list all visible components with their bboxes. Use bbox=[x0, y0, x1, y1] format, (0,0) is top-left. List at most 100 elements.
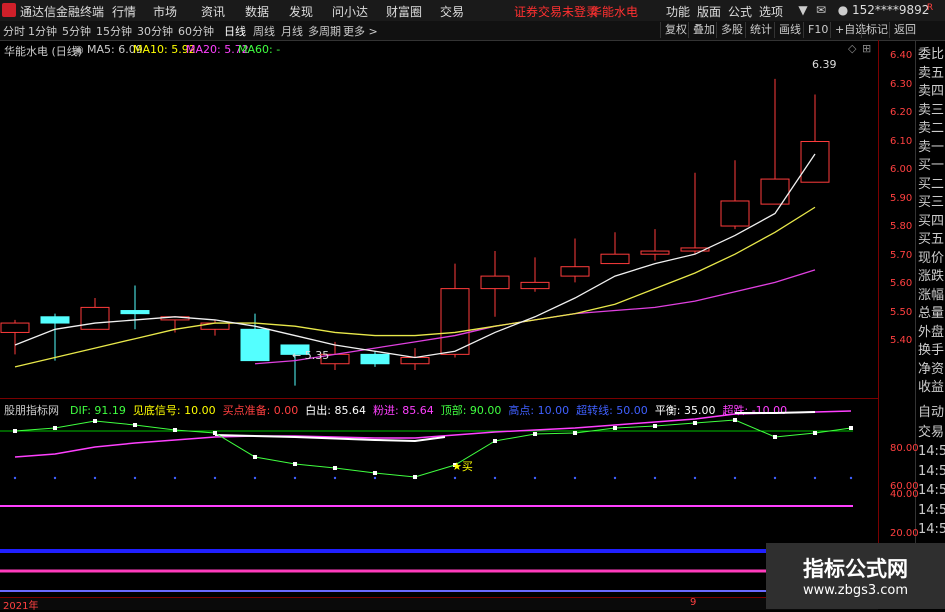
side-panel-item[interactable]: 卖四 bbox=[918, 83, 945, 100]
period-intraday[interactable]: 分时 bbox=[3, 23, 25, 39]
btn-multi-stock[interactable]: 多股 bbox=[716, 22, 747, 38]
candle-body[interactable] bbox=[600, 253, 630, 265]
candle-body[interactable] bbox=[720, 200, 750, 227]
period-1min[interactable]: 1分钟 bbox=[28, 23, 57, 39]
side-panel-item[interactable]: 收益 bbox=[918, 379, 945, 396]
side-panel-item[interactable]: 净资 bbox=[918, 361, 945, 378]
btn-adjust[interactable]: 复权 bbox=[660, 22, 691, 38]
candle-body[interactable] bbox=[760, 178, 790, 205]
side-panel-item[interactable]: 外盘 bbox=[918, 324, 945, 341]
candle-body[interactable] bbox=[560, 266, 590, 277]
watermark-title: 指标公式网 bbox=[803, 557, 908, 581]
signal-dot bbox=[849, 476, 853, 480]
candle-body[interactable] bbox=[360, 353, 390, 365]
side-panel-item[interactable]: 卖一 bbox=[918, 139, 945, 156]
menu-discover[interactable]: 发现 bbox=[289, 3, 313, 20]
candle-body[interactable] bbox=[800, 141, 830, 183]
side-panel-item[interactable]: 买二 bbox=[918, 176, 945, 193]
btn-stats[interactable]: 统计 bbox=[745, 22, 776, 38]
menu-trade[interactable]: 交易 bbox=[440, 3, 464, 20]
side-panel-divider bbox=[915, 40, 916, 609]
period-monthly[interactable]: 月线 bbox=[281, 23, 303, 39]
dif-point bbox=[53, 426, 57, 430]
btn-draw[interactable]: 画线 bbox=[774, 22, 805, 38]
btn-overlay[interactable]: 叠加 bbox=[688, 22, 719, 38]
period-multi[interactable]: 多周期 bbox=[308, 23, 341, 39]
side-panel-item[interactable]: 总量 bbox=[918, 305, 945, 322]
low-price-label: ← 5.35 bbox=[292, 349, 329, 362]
side-panel-item[interactable]: 现价 bbox=[918, 250, 945, 267]
dif-point bbox=[173, 428, 177, 432]
price-tick: 6.30 bbox=[890, 79, 913, 90]
side-panel-item[interactable]: 卖五 bbox=[918, 65, 945, 82]
side-panel-item[interactable]: 涨跌 bbox=[918, 268, 945, 285]
candle-body[interactable] bbox=[520, 281, 550, 290]
period-5min[interactable]: 5分钟 bbox=[62, 23, 91, 39]
candle-body[interactable] bbox=[40, 316, 70, 324]
dif-point bbox=[253, 455, 257, 459]
side-time-item[interactable]: 14:56 bbox=[918, 502, 945, 519]
menu-market[interactable]: 市场 bbox=[153, 3, 177, 20]
menu-layout[interactable]: 版面 bbox=[697, 3, 721, 20]
mail-icon[interactable]: ✉ bbox=[813, 2, 829, 18]
price-tick: 6.40 bbox=[890, 50, 913, 61]
candle-body[interactable] bbox=[400, 356, 430, 365]
btn-f10[interactable]: F10 bbox=[803, 22, 832, 38]
side-auto-trade[interactable]: 交易 bbox=[918, 424, 945, 441]
menu-quotes[interactable]: 行情 bbox=[112, 3, 136, 20]
menu-news[interactable]: 资讯 bbox=[201, 3, 225, 20]
menu-wealth[interactable]: 财富圈 bbox=[386, 3, 422, 20]
signal-dot bbox=[93, 476, 97, 480]
period-daily[interactable]: 日线 bbox=[224, 23, 246, 39]
side-time-item[interactable]: 14:56 bbox=[918, 482, 945, 499]
side-panel-item[interactable]: 买五 bbox=[918, 231, 945, 248]
period-30min[interactable]: 30分钟 bbox=[137, 23, 173, 39]
side-panel-item[interactable]: 涨幅 bbox=[918, 287, 945, 304]
dif-point bbox=[293, 462, 297, 466]
candle-body[interactable] bbox=[480, 275, 510, 290]
date-mid: 9 bbox=[690, 597, 697, 608]
period-more[interactable]: 更多 > bbox=[343, 23, 378, 39]
candle-body[interactable] bbox=[0, 322, 30, 333]
login-status[interactable]: 证券交易未登录 bbox=[514, 3, 598, 20]
indicator-chart[interactable]: ★买 bbox=[0, 399, 878, 597]
menu-xiaoda[interactable]: 问小达 bbox=[332, 3, 368, 20]
candle-body[interactable] bbox=[80, 306, 110, 330]
price-tick: 6.10 bbox=[890, 136, 913, 147]
shirt-icon[interactable]: ▼ bbox=[795, 2, 811, 18]
dif-point bbox=[493, 439, 497, 443]
side-panel-item[interactable]: 买三 bbox=[918, 194, 945, 211]
side-auto-trade[interactable]: 自动 bbox=[918, 404, 945, 421]
signal-dot bbox=[173, 476, 177, 480]
menu-data[interactable]: 数据 bbox=[245, 3, 269, 20]
period-weekly[interactable]: 周线 bbox=[253, 23, 275, 39]
candle-body[interactable] bbox=[640, 250, 670, 255]
btn-back[interactable]: 返回 bbox=[889, 22, 920, 38]
side-panel-item[interactable]: 换手 bbox=[918, 342, 945, 359]
btn-mark[interactable]: 标记 bbox=[861, 22, 892, 38]
side-time-item[interactable]: 14:56 bbox=[918, 521, 945, 538]
date-start: 2021年 bbox=[3, 601, 39, 612]
candlestick-chart[interactable]: 6.39 ← 5.35 bbox=[0, 40, 878, 398]
side-panel-item[interactable]: 卖三 bbox=[918, 102, 945, 119]
candle-body[interactable] bbox=[440, 288, 470, 355]
dif-point bbox=[653, 424, 657, 428]
menu-formula[interactable]: 公式 bbox=[728, 3, 752, 20]
side-panel-item[interactable]: 买一 bbox=[918, 157, 945, 174]
side-panel-item[interactable]: 委比 bbox=[918, 46, 945, 63]
menu-options[interactable]: 选项 bbox=[759, 3, 783, 20]
period-15min[interactable]: 15分钟 bbox=[96, 23, 132, 39]
period-60min[interactable]: 60分钟 bbox=[178, 23, 214, 39]
r-badge: R bbox=[926, 3, 934, 13]
price-tick: 6.20 bbox=[890, 107, 913, 118]
side-time-item[interactable]: 14:56 bbox=[918, 463, 945, 480]
candle-body[interactable] bbox=[120, 310, 150, 315]
candle-body[interactable] bbox=[240, 328, 270, 362]
user-account[interactable]: 152****9892 bbox=[852, 3, 929, 17]
avatar[interactable]: ● bbox=[835, 2, 851, 18]
side-panel-item[interactable]: 卖二 bbox=[918, 120, 945, 137]
side-time-item[interactable]: 14:56 bbox=[918, 443, 945, 460]
side-panel-item[interactable]: 买四 bbox=[918, 213, 945, 230]
signal-dot bbox=[493, 476, 497, 480]
menu-function[interactable]: 功能 bbox=[666, 3, 690, 20]
